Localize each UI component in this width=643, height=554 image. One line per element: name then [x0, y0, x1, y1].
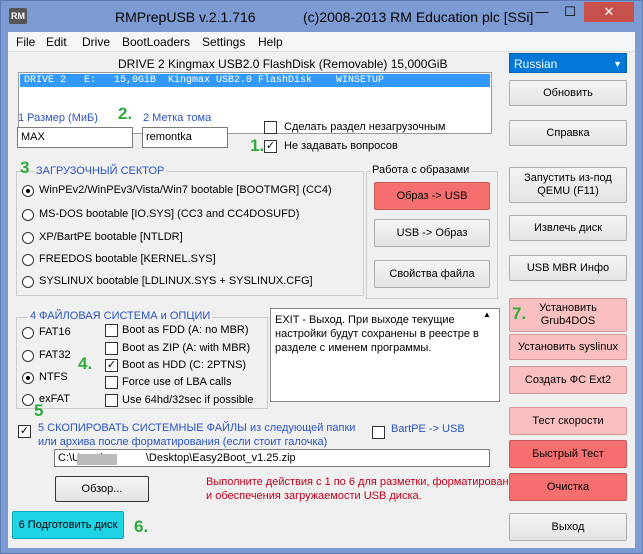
fs-fat32: FAT32: [39, 349, 71, 361]
file-properties-button[interactable]: Свойства файла: [374, 260, 490, 288]
fs-exfat: exFAT: [39, 393, 70, 405]
fs-fat16: FAT16: [39, 326, 71, 338]
step-5-marker: 5: [34, 401, 44, 420]
exit-button[interactable]: Выход: [509, 513, 627, 541]
boot-option-freedos: FREEDOS bootable [KERNEL.SYS]: [39, 253, 216, 265]
noask-checkbox[interactable]: ✓: [264, 140, 277, 153]
source-path-input[interactable]: C:\Users\\Desktop\Easy2Boot_v1.25.zip: [54, 449, 490, 467]
install-grub4dos-button[interactable]: Установить Grub4DOS: [509, 298, 627, 332]
language-value: Russian: [514, 57, 558, 71]
boot-hdd-label: Boot as HDD (C: 2PTNS): [122, 359, 247, 371]
step-3-marker: 3: [20, 158, 30, 177]
browse-button[interactable]: Обзор...: [55, 476, 149, 502]
menu-file[interactable]: File: [16, 35, 35, 49]
window-title: RMPrepUSB v.2.1.716: [115, 9, 256, 25]
app-icon: RM: [9, 8, 27, 24]
usb-to-image-button[interactable]: USB -> Образ: [374, 219, 490, 247]
install-grub4dos-label: Установить Grub4DOS: [539, 302, 597, 327]
boot-zip-label: Boot as ZIP (A: with MBR): [122, 342, 251, 354]
boot-option-syslinux: SYSLINUX bootable [LDLINUX.SYS + SYSLINU…: [39, 275, 313, 287]
title-bar[interactable]: RM RMPrepUSB v.2.1.716 (c)2008-2013 RM E…: [1, 1, 642, 33]
copy-files-label-1: 5 СКОПИРОВАТЬ СИСТЕМНЫЕ ФАЙЛЫ из следующ…: [38, 422, 356, 434]
refresh-button[interactable]: Обновить: [509, 80, 627, 106]
chevron-down-icon: ▼: [613, 59, 622, 69]
run-qemu-button[interactable]: Запустить из-под QEMU (F11): [509, 167, 627, 203]
menu-edit[interactable]: Edit: [46, 35, 67, 49]
bartpe-checkbox[interactable]: [372, 426, 385, 439]
close-button[interactable]: ✕: [584, 2, 634, 22]
boot-option-radio-winpe[interactable]: [22, 185, 34, 197]
window-copyright: (c)2008-2013 RM Education plc [SSi]: [303, 9, 534, 25]
nonboot-label: Сделать раздел незагрузочным: [284, 121, 446, 133]
size-input[interactable]: MAX: [17, 127, 133, 148]
instruction-text: Выполните действия с 1 по 6 для разметки…: [206, 475, 521, 503]
fs-ntfs: NTFS: [39, 371, 68, 383]
boot-sector-title: ЗАГРУЗОЧНЫЙ СЕКТОР: [34, 165, 167, 177]
drive-list-item[interactable]: DRIVE 2 E: 15,0GiB Kingmax USB2.0 FlashD…: [20, 74, 490, 87]
quick-test-button[interactable]: Быстрый Тест: [509, 440, 627, 468]
prepare-drive-button[interactable]: 6 Подготовить диск: [12, 511, 124, 539]
boot-option-xp: XP/BartPE bootable [NTLDR]: [39, 231, 183, 243]
boot-fdd-checkbox[interactable]: [105, 324, 118, 337]
source-path-suffix: \Desktop\Easy2Boot_v1.25.zip: [145, 452, 296, 464]
boot-fdd-label: Boot as FDD (A: no MBR): [122, 324, 249, 336]
clean-button[interactable]: Очистка: [509, 473, 627, 501]
hd64-label: Use 64hd/32sec if possible: [122, 394, 254, 406]
help-button[interactable]: Справка: [509, 120, 627, 146]
hd64-checkbox[interactable]: [105, 394, 118, 407]
fs-radio-ntfs[interactable]: [22, 372, 34, 384]
boot-hdd-checkbox[interactable]: ✓: [105, 359, 118, 372]
boot-option-radio-freedos[interactable]: [22, 254, 34, 266]
step-6-marker: 6.: [134, 517, 149, 536]
nonboot-checkbox[interactable]: [264, 121, 277, 134]
copy-files-checkbox[interactable]: ✓: [18, 425, 31, 438]
boot-option-winpe: WinPEv2/WinPEv3/Vista/Win7 bootable [BOO…: [39, 184, 332, 196]
step-7-marker: 7.: [512, 304, 527, 323]
eject-button[interactable]: Извлечь диск: [509, 215, 627, 241]
minimize-button[interactable]: —: [528, 2, 556, 22]
step-1-marker: 1.: [250, 136, 265, 155]
menu-help[interactable]: Help: [258, 35, 283, 49]
filesystem-title: 4 ФАЙЛОВАЯ СИСТЕМА и ОПЦИИ: [28, 310, 213, 322]
image-to-usb-button[interactable]: Образ -> USB: [374, 182, 490, 210]
boot-zip-checkbox[interactable]: [105, 342, 118, 355]
boot-option-radio-xp[interactable]: [22, 232, 34, 244]
instruction-line-1: Выполните действия с 1 по 6 для разметки…: [206, 476, 521, 488]
maximize-button[interactable]: ☐: [556, 2, 584, 22]
install-syslinux-button[interactable]: Установить syslinux: [509, 334, 627, 360]
redacted-username: [77, 454, 117, 465]
noask-label: Не задавать вопросов: [284, 140, 398, 152]
menu-bootloaders[interactable]: BootLoaders: [122, 35, 190, 49]
menu-bar: File Edit Drive BootLoaders Settings Hel…: [8, 32, 635, 52]
image-group-title: Работа с образами: [370, 164, 472, 176]
fs-radio-exfat[interactable]: [22, 394, 34, 406]
step-4-marker: 4.: [78, 354, 93, 373]
bartpe-label: BartPE -> USB: [391, 423, 465, 435]
scroll-up-icon[interactable]: ▲: [483, 310, 491, 319]
speed-test-button[interactable]: Тест скорости: [509, 407, 627, 435]
menu-settings[interactable]: Settings: [202, 35, 245, 49]
info-memo[interactable]: EXIT - Выход. При выходе текущие настрой…: [270, 308, 500, 402]
volume-label-input[interactable]: remontka: [142, 127, 228, 148]
mbr-info-button[interactable]: USB MBR Инфо: [509, 255, 627, 281]
step-2-marker: 2.: [118, 104, 133, 123]
volume-label: 2 Метка тома: [143, 112, 212, 124]
instruction-line-2: и обеспечения загружаемости USB диска.: [206, 490, 422, 502]
fs-radio-fat32[interactable]: [22, 350, 34, 362]
menu-drive[interactable]: Drive: [82, 35, 110, 49]
language-select[interactable]: Russian ▼: [509, 53, 627, 73]
drive-header: DRIVE 2 Kingmax USB2.0 FlashDisk (Remova…: [118, 57, 448, 71]
boot-option-radio-syslinux[interactable]: [22, 276, 34, 288]
lba-label: Force use of LBA calls: [122, 376, 232, 388]
lba-checkbox[interactable]: [105, 376, 118, 389]
boot-option-radio-msdos[interactable]: [22, 209, 34, 221]
size-label: 1 Размер (МиБ): [18, 112, 98, 124]
copy-files-label-2: или архива после форматирования (если ст…: [38, 436, 328, 448]
client-area: File Edit Drive BootLoaders Settings Hel…: [8, 32, 635, 548]
fs-radio-fat16[interactable]: [22, 327, 34, 339]
app-window: RM RMPrepUSB v.2.1.716 (c)2008-2013 RM E…: [0, 0, 643, 554]
create-ext2-button[interactable]: Создать ФС Ext2: [509, 366, 627, 394]
boot-option-msdos: MS-DOS bootable [IO.SYS] (CC3 and CC4DOS…: [39, 208, 300, 220]
